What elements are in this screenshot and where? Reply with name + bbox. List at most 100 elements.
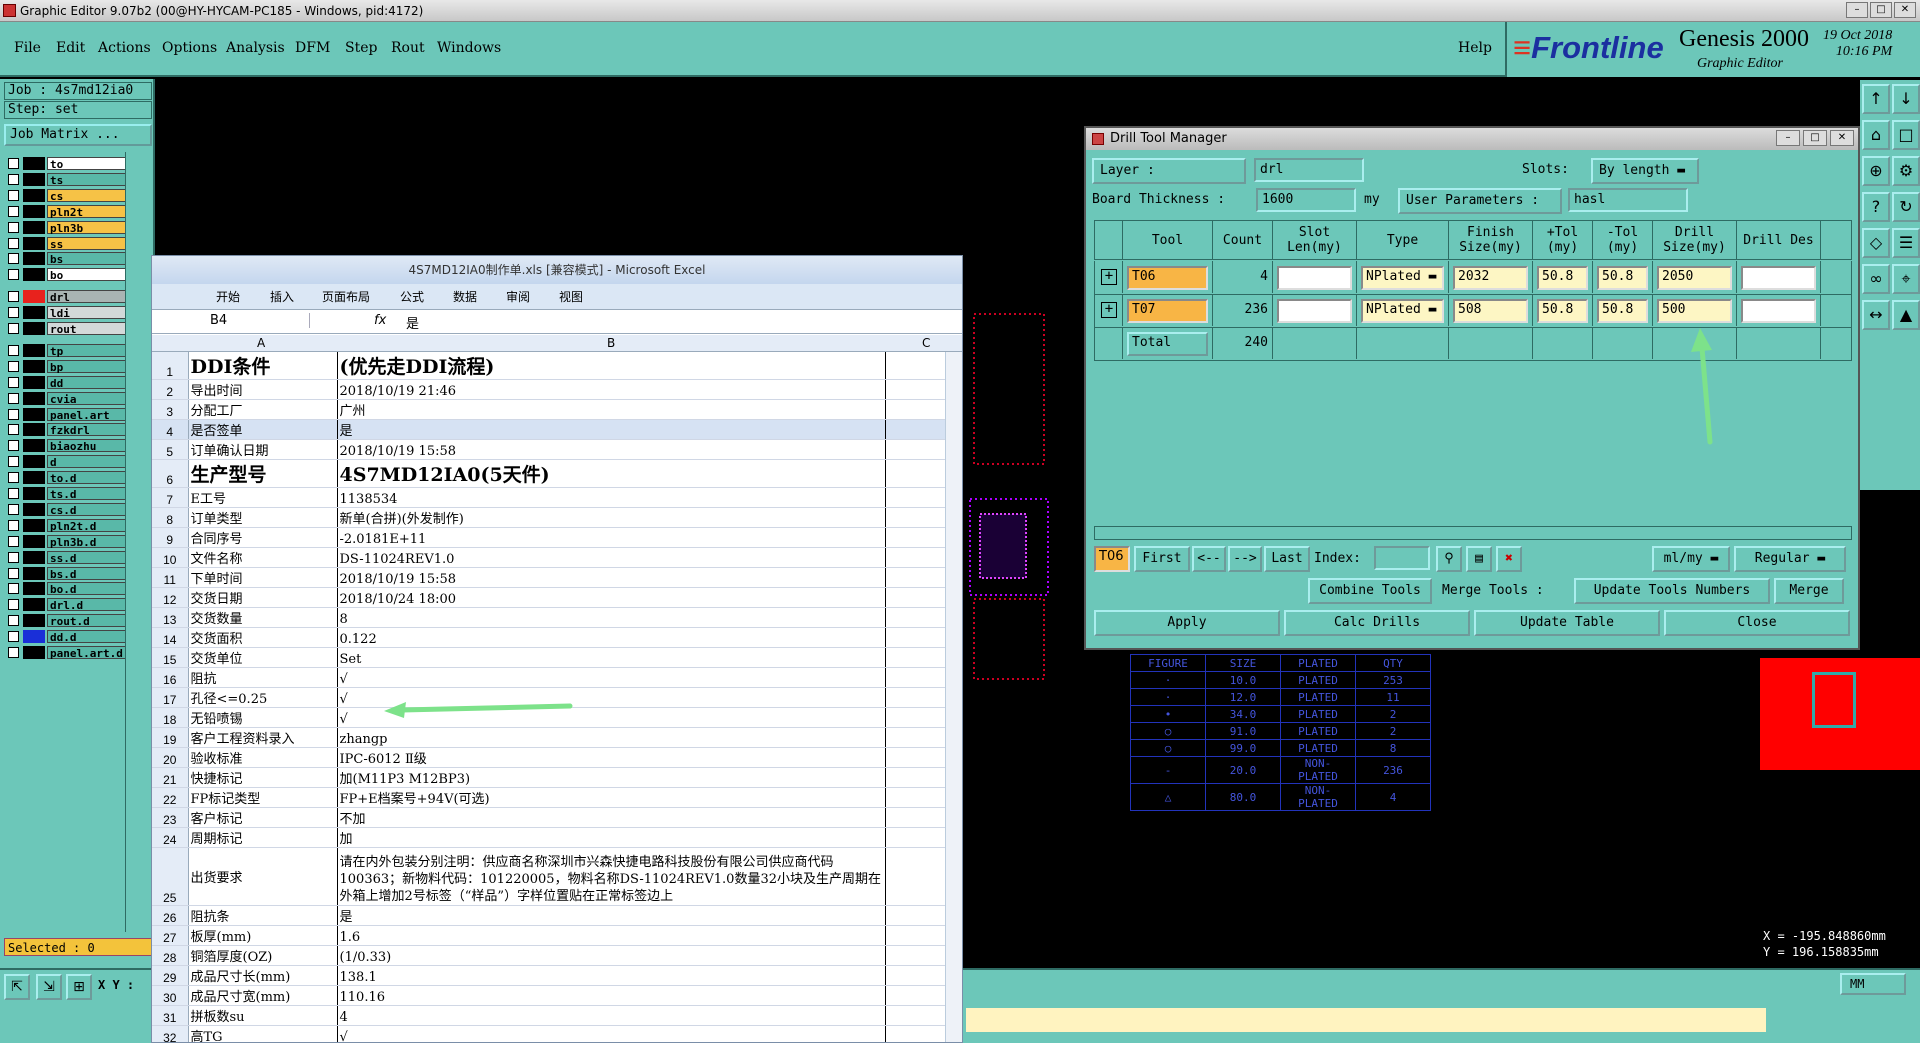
layer-name[interactable]: bo.d xyxy=(47,582,127,596)
job-matrix-button[interactable]: Job Matrix ... xyxy=(4,124,152,146)
layer-row-ss-d[interactable]: ss.d xyxy=(6,550,127,565)
combine-tools-button[interactable]: Combine Tools xyxy=(1308,578,1432,604)
layer-name[interactable]: d xyxy=(47,455,127,469)
cell-c[interactable] xyxy=(885,787,947,808)
layer-name[interactable]: cvia xyxy=(47,391,127,406)
layer-name[interactable]: dd.d xyxy=(47,630,127,644)
cell-b[interactable]: IPC-6012 Ⅱ级 xyxy=(337,747,886,768)
tool-cell-tool[interactable]: T06 xyxy=(1123,261,1213,293)
layer-checkbox[interactable] xyxy=(8,440,19,452)
layer-name[interactable]: ss xyxy=(47,236,127,251)
cell-c[interactable] xyxy=(885,627,947,648)
layer-checkbox[interactable] xyxy=(8,647,19,658)
layer-checkbox[interactable] xyxy=(8,408,19,420)
layer-name[interactable]: pln2t.d xyxy=(47,518,127,533)
layer-checkbox[interactable] xyxy=(8,615,19,627)
next-button[interactable]: --> xyxy=(1228,546,1262,572)
dtm-close-icon[interactable]: ✕ xyxy=(1830,130,1854,146)
cell-b[interactable]: 0.122 xyxy=(337,627,886,648)
tool-row[interactable]: + T07 236 NPlated ▬ 508 50.8 50.8 500 xyxy=(1094,294,1852,328)
expand-icon[interactable]: + xyxy=(1095,261,1123,293)
layer-row-drl[interactable]: drl xyxy=(6,289,127,304)
layer-row-pln3b-d[interactable]: pln3b.d xyxy=(6,534,127,549)
cell-c[interactable] xyxy=(885,419,947,440)
tool-cell-count[interactable]: 4 xyxy=(1213,261,1273,293)
dtm-hscrollbar[interactable] xyxy=(1094,526,1852,540)
layer-row-cs[interactable]: cs xyxy=(6,188,127,203)
tool-cell-ptol[interactable]: 50.8 xyxy=(1533,294,1593,326)
cell-c[interactable] xyxy=(885,807,947,828)
update-table-button[interactable]: Update Table xyxy=(1474,610,1660,636)
row-number[interactable]: 32 xyxy=(152,1025,189,1042)
cell-b[interactable]: 加 xyxy=(337,827,886,848)
layer-name[interactable]: cs xyxy=(47,188,127,203)
maximize-icon[interactable]: □ xyxy=(1870,2,1892,18)
zoom-icon[interactable]: ⊕ xyxy=(1862,156,1890,186)
cell-b[interactable]: DS-11024REV1.0 xyxy=(337,547,886,568)
unit-select[interactable]: ml/my ▬ xyxy=(1652,546,1730,572)
row-number[interactable]: 9 xyxy=(152,527,189,548)
cell-a[interactable]: 订单类型 xyxy=(188,507,338,528)
cell-c[interactable] xyxy=(885,667,947,688)
menu-dfm[interactable]: DFM xyxy=(295,40,330,56)
layer-checkbox[interactable] xyxy=(8,583,19,595)
cell-b[interactable]: 是 xyxy=(337,419,886,440)
cell-c[interactable] xyxy=(885,707,947,728)
layer-checkbox[interactable] xyxy=(8,456,19,468)
formula-input[interactable]: 是 xyxy=(406,313,419,332)
zoom-fit-icon[interactable]: ⇲ xyxy=(36,974,62,1000)
layer-name[interactable]: ts.d xyxy=(47,487,127,501)
row-number[interactable]: 23 xyxy=(152,807,189,828)
units-button[interactable]: MM xyxy=(1840,973,1906,995)
layer-name[interactable]: to xyxy=(47,157,127,171)
layer-row-ts-d[interactable]: ts.d xyxy=(6,486,127,501)
rotate-icon[interactable]: ↻ xyxy=(1892,192,1920,222)
tab-data[interactable]: 数据 xyxy=(453,288,477,305)
row-number[interactable]: 24 xyxy=(152,827,189,848)
home-icon[interactable]: ⌂ xyxy=(1862,120,1890,150)
row-number[interactable]: 8 xyxy=(152,507,189,528)
menu-analysis[interactable]: Analysis xyxy=(226,40,285,56)
layer-row-fzkdrl[interactable]: fzkdrl xyxy=(6,422,127,437)
user-parameters-button[interactable]: User Parameters : xyxy=(1398,188,1562,214)
cell-a[interactable]: 导出时间 xyxy=(188,379,338,400)
area-icon[interactable]: ▲ xyxy=(1892,300,1920,330)
row-number[interactable]: 18 xyxy=(152,707,189,728)
layer-row-bo[interactable]: bo xyxy=(6,267,127,282)
layer-checkbox[interactable] xyxy=(8,253,19,265)
row-number[interactable]: 3 xyxy=(152,399,189,420)
close-icon[interactable]: ✕ xyxy=(1894,2,1916,18)
layer-checkbox[interactable] xyxy=(8,503,19,515)
row-number[interactable]: 2 xyxy=(152,379,189,400)
layer-checkbox[interactable] xyxy=(8,205,19,217)
user-parameters-input[interactable]: hasl xyxy=(1568,188,1688,212)
layer-checkbox[interactable] xyxy=(8,392,19,404)
cell-b[interactable]: 新单(合拼)(外发制作) xyxy=(337,507,886,528)
layer-row-ss[interactable]: ss xyxy=(6,236,127,251)
menu-help[interactable]: Help xyxy=(1458,40,1492,56)
row-number[interactable]: 11 xyxy=(152,567,189,588)
tab-page-layout[interactable]: 页面布局 xyxy=(322,288,370,305)
expand-icon[interactable]: + xyxy=(1095,294,1123,326)
cell-c[interactable] xyxy=(885,352,947,380)
zoom-select-icon[interactable]: ⇱ xyxy=(4,974,30,1000)
cell-a[interactable]: 拼板数su xyxy=(188,1005,338,1026)
cell-c[interactable] xyxy=(885,399,947,420)
layer-row-pln2t-d[interactable]: pln2t.d xyxy=(6,518,127,533)
col-c[interactable]: C xyxy=(922,336,930,350)
layer-input[interactable]: drl xyxy=(1254,158,1364,182)
cell-a[interactable]: 周期标记 xyxy=(188,827,338,848)
last-button[interactable]: Last xyxy=(1264,546,1310,572)
tool-cell-finish[interactable]: 508 xyxy=(1449,294,1533,326)
cell-b[interactable]: Set xyxy=(337,647,886,668)
layer-checkbox[interactable] xyxy=(8,221,19,233)
row-number[interactable]: 17 xyxy=(152,687,189,708)
cell-a[interactable]: 订单确认日期 xyxy=(188,439,338,460)
cell-a[interactable]: 客户工程资料录入 xyxy=(188,727,338,748)
layer-name[interactable]: rout.d xyxy=(47,614,127,628)
cell-c[interactable] xyxy=(885,965,947,986)
cell-c[interactable] xyxy=(885,727,947,748)
row-number[interactable]: 25 xyxy=(152,847,189,906)
tool-cell-ptol[interactable]: 50.8 xyxy=(1533,261,1593,293)
layer-name[interactable]: rout xyxy=(47,322,127,336)
